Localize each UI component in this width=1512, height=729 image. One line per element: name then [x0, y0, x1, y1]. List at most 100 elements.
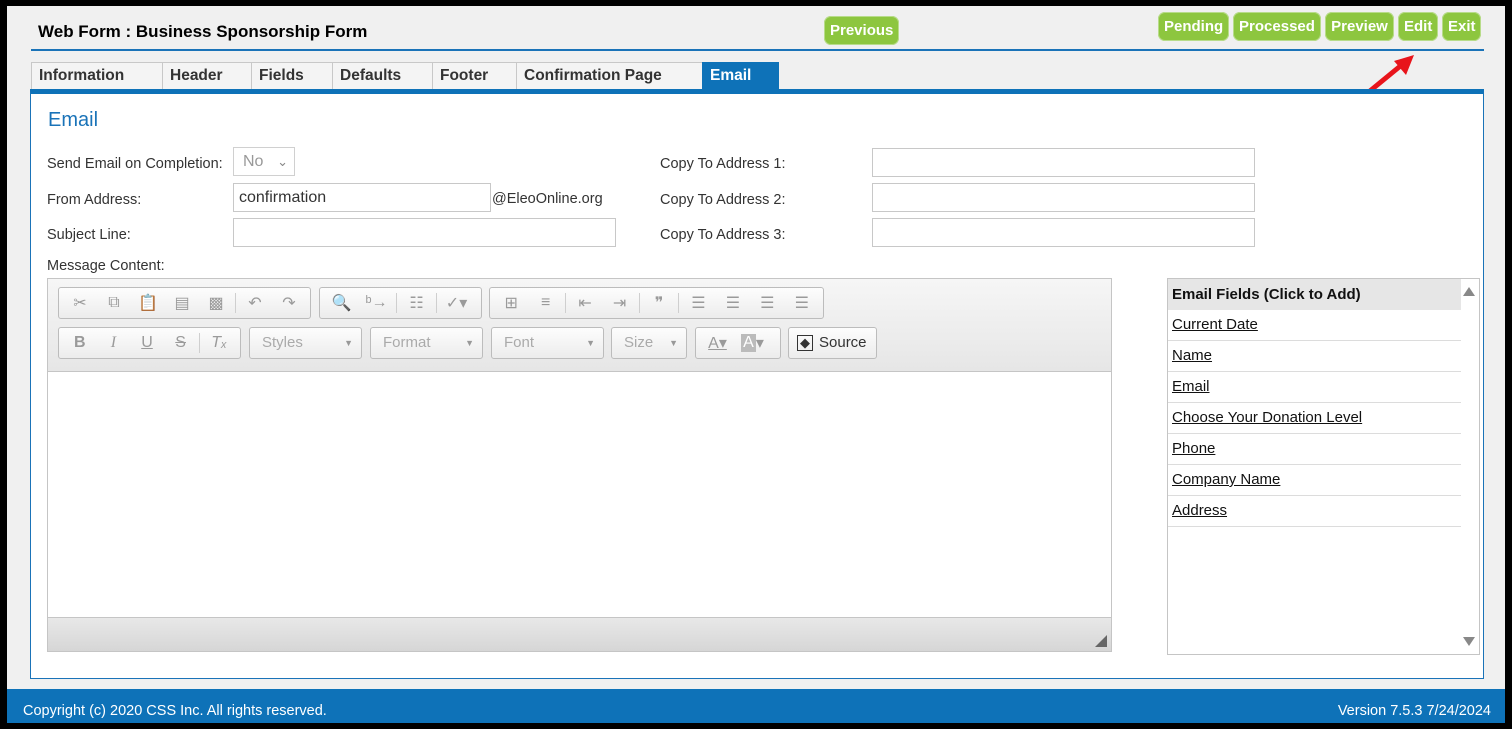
tab-confirmation-page[interactable]: Confirmation Page: [516, 62, 703, 90]
paste-word-icon[interactable]: ▩: [199, 289, 233, 317]
email-field-email[interactable]: Email: [1168, 372, 1461, 403]
paragraph-group: ⊞ ≡ ⇤ ⇥ ❞ ☰ ☰ ☰ ☰: [489, 287, 824, 319]
align-justify-icon[interactable]: ☰: [785, 289, 819, 317]
from-domain: @EleoOnline.org: [492, 191, 603, 207]
redo-icon[interactable]: ↷: [272, 289, 306, 317]
copyright-text: Copyright (c) 2020 CSS Inc. All rights r…: [23, 703, 327, 719]
align-center-icon[interactable]: ☰: [716, 289, 750, 317]
indent-icon[interactable]: ⇥: [602, 289, 636, 317]
align-right-icon[interactable]: ☰: [750, 289, 784, 317]
copy-address-3-label: Copy To Address 3:: [660, 227, 786, 243]
from-address-label: From Address:: [47, 192, 142, 208]
chevron-down-icon: ⌄: [277, 154, 288, 169]
copy-address-1-input[interactable]: [872, 148, 1255, 177]
email-field-current-date[interactable]: Current Date: [1168, 310, 1461, 341]
remove-format-icon[interactable]: Tₓ: [202, 329, 236, 357]
processed-button[interactable]: Processed: [1233, 12, 1321, 41]
pending-button[interactable]: Pending: [1158, 12, 1229, 41]
send-email-select[interactable]: No ⌄: [233, 147, 295, 176]
scroll-up-icon[interactable]: [1463, 287, 1475, 296]
previous-button[interactable]: Previous: [824, 16, 899, 45]
message-content-label: Message Content:: [47, 258, 165, 274]
editor-footer: [48, 617, 1111, 651]
email-fields-title: Email Fields (Click to Add): [1168, 279, 1461, 310]
text-color-icon[interactable]: A▾: [700, 329, 735, 357]
section-title: Email: [48, 109, 99, 131]
version-text: Version 7.5.3 7/24/2024: [1337, 703, 1491, 719]
editor-toolbar: ✂ ⧉ 📋 ▤ ▩ ↶ ↷ 🔍 ᵇ→ ☷ ✓▾ ⊞ ≡ ⇤ ⇥ ❞ ☰ ☰ ☰ …: [48, 279, 1111, 372]
styles-dropdown[interactable]: Styles ▼: [249, 327, 362, 359]
editing-group: 🔍 ᵇ→ ☷ ✓▾: [319, 287, 482, 319]
from-address-input[interactable]: [233, 183, 491, 212]
background-color-icon[interactable]: A ▾: [735, 329, 770, 357]
paste-icon[interactable]: 📋: [131, 289, 165, 317]
font-dropdown-label: Font: [504, 334, 535, 351]
font-dropdown[interactable]: Font ▼: [491, 327, 604, 359]
align-left-icon[interactable]: ☰: [681, 289, 715, 317]
toolbar-separator: [396, 293, 397, 313]
email-fields-panel: Email Fields (Click to Add) Current Date…: [1167, 278, 1480, 655]
subject-line-input[interactable]: [233, 218, 616, 247]
select-all-icon[interactable]: ☷: [399, 289, 434, 317]
strikethrough-icon[interactable]: S: [164, 329, 198, 357]
bold-icon[interactable]: B: [63, 329, 97, 357]
cut-icon[interactable]: ✂: [63, 289, 97, 317]
toolbar-separator: [638, 293, 640, 313]
source-icon: ◆: [797, 335, 813, 351]
italic-icon[interactable]: I: [97, 329, 131, 357]
format-dropdown[interactable]: Format ▼: [370, 327, 483, 359]
tab-bar: Information Header Fields Defaults Foote…: [31, 62, 779, 90]
copy-address-2-input[interactable]: [872, 183, 1255, 212]
send-email-label: Send Email on Completion:: [47, 156, 223, 172]
dropdown-arrow-icon: ▼: [586, 338, 595, 348]
tab-fields[interactable]: Fields: [251, 62, 333, 90]
tab-information[interactable]: Information: [31, 62, 163, 90]
email-field-phone[interactable]: Phone: [1168, 434, 1461, 465]
dropdown-arrow-icon: ▼: [344, 338, 353, 348]
bulleted-list-icon[interactable]: ≡: [528, 289, 562, 317]
page-title: Web Form : Business Sponsorship Form: [38, 22, 368, 41]
dropdown-arrow-icon: ▼: [669, 338, 678, 348]
source-button[interactable]: ◆ Source: [788, 327, 877, 359]
edit-button[interactable]: Edit: [1398, 12, 1438, 41]
scroll-down-icon[interactable]: [1463, 637, 1475, 646]
blockquote-icon[interactable]: ❞: [642, 289, 676, 317]
email-field-donation-level[interactable]: Choose Your Donation Level: [1168, 403, 1461, 434]
copy-icon[interactable]: ⧉: [97, 289, 131, 317]
size-dropdown[interactable]: Size ▼: [611, 327, 687, 359]
exit-button[interactable]: Exit: [1442, 12, 1481, 41]
copy-address-3-input[interactable]: [872, 218, 1255, 247]
tab-footer[interactable]: Footer: [432, 62, 517, 90]
paste-text-icon[interactable]: ▤: [165, 289, 199, 317]
replace-icon[interactable]: ᵇ→: [359, 289, 394, 317]
preview-button[interactable]: Preview: [1325, 12, 1394, 41]
page-footer: Copyright (c) 2020 CSS Inc. All rights r…: [7, 689, 1505, 723]
spellcheck-icon[interactable]: ✓▾: [439, 289, 474, 317]
copy-address-2-label: Copy To Address 2:: [660, 192, 786, 208]
tab-email[interactable]: Email: [702, 62, 779, 90]
find-icon[interactable]: 🔍: [324, 289, 359, 317]
toolbar-separator: [678, 293, 680, 313]
subject-line-label: Subject Line:: [47, 227, 131, 243]
tab-defaults[interactable]: Defaults: [332, 62, 433, 90]
rich-text-editor: ✂ ⧉ 📋 ▤ ▩ ↶ ↷ 🔍 ᵇ→ ☷ ✓▾ ⊞ ≡ ⇤ ⇥ ❞ ☰ ☰ ☰ …: [47, 278, 1112, 652]
page: Web Form : Business Sponsorship Form Pre…: [7, 6, 1505, 723]
size-dropdown-label: Size: [624, 334, 654, 351]
resize-handle-icon[interactable]: [1095, 635, 1107, 647]
outdent-icon[interactable]: ⇤: [568, 289, 602, 317]
undo-icon[interactable]: ↶: [238, 289, 272, 317]
email-field-address[interactable]: Address: [1168, 496, 1461, 527]
dropdown-arrow-icon: ▼: [465, 338, 474, 348]
toolbar-separator: [436, 293, 437, 313]
numbered-list-icon[interactable]: ⊞: [494, 289, 528, 317]
email-field-company-name[interactable]: Company Name: [1168, 465, 1461, 496]
basic-styles-group: B I U S Tₓ: [58, 327, 241, 359]
color-group: A▾ A ▾: [695, 327, 781, 359]
copy-address-1-label: Copy To Address 1:: [660, 156, 786, 172]
email-field-name[interactable]: Name: [1168, 341, 1461, 372]
editor-content-area[interactable]: [48, 372, 1111, 618]
underline-icon[interactable]: U: [130, 329, 164, 357]
tab-header[interactable]: Header: [162, 62, 252, 90]
send-email-value: No: [243, 153, 264, 170]
toolbar-separator: [564, 293, 566, 313]
